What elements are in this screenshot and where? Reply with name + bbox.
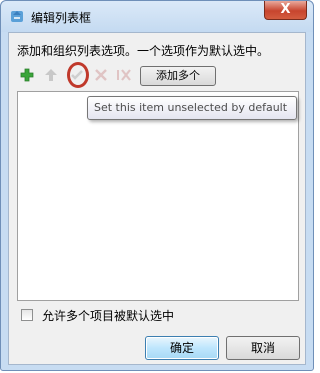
clear-default-icon[interactable] <box>116 67 132 83</box>
ok-button[interactable]: 确定 <box>145 336 219 360</box>
window-title: 编辑列表框 <box>31 11 92 25</box>
delete-icon[interactable] <box>93 67 109 83</box>
move-up-icon[interactable] <box>43 67 59 83</box>
dialog-client-area: 添加和组织列表选项。一个选项作为默认选中。 添加多个 Set this item… <box>8 32 306 365</box>
allow-multiple-default-label[interactable]: 允许多个项目被默认选中 <box>42 307 174 324</box>
instruction-text: 添加和组织列表选项。一个选项作为默认选中。 <box>17 44 270 58</box>
add-icon[interactable] <box>19 67 35 83</box>
dialog-window: 编辑列表框 X 添加和组织列表选项。一个选项作为默认选中。 添加多个 Set t… <box>0 0 314 371</box>
cancel-button[interactable]: 取消 <box>226 336 300 360</box>
allow-multiple-default-checkbox[interactable] <box>21 309 33 321</box>
close-icon: X <box>280 2 291 17</box>
add-multiple-button[interactable]: 添加多个 <box>140 66 216 86</box>
close-button[interactable]: X <box>264 1 307 20</box>
options-listbox[interactable] <box>17 91 299 301</box>
highlight-ring <box>67 62 89 88</box>
title-bar[interactable]: 编辑列表框 X <box>1 1 313 32</box>
app-icon <box>11 11 23 22</box>
tooltip: Set this item unselected by default <box>87 96 297 120</box>
